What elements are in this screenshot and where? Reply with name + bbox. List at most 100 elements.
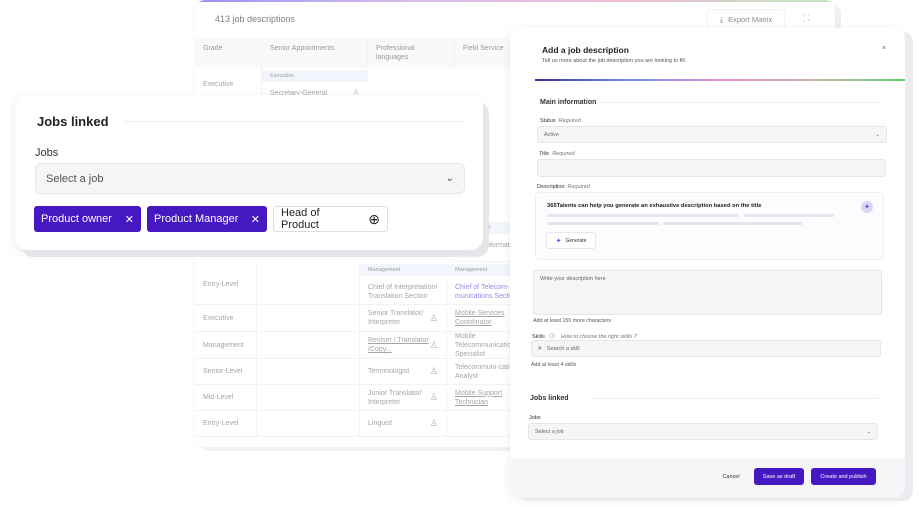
create-publish-button[interactable]: Create and publish: [811, 468, 876, 485]
grade-cell: Entry-Level: [195, 411, 257, 437]
person-icon: ♙: [429, 392, 438, 402]
empty-cell: [257, 305, 360, 332]
title-label: Title Required: [539, 151, 575, 157]
cancel-button[interactable]: Cancel: [716, 468, 746, 485]
search-icon: ⌕: [538, 344, 542, 352]
skill-search-input[interactable]: ⌕ Search a skill: [531, 340, 881, 357]
job-cell[interactable]: Senior Translator/ Interpreter ♙: [360, 305, 447, 332]
empty-cell: [257, 264, 360, 305]
empty-cell: [257, 359, 360, 385]
ai-generate-box: 365Talents can help you generate an exha…: [535, 192, 884, 260]
jobs-label: Jobs: [529, 415, 541, 421]
close-icon[interactable]: ✕: [125, 213, 134, 226]
skeleton-line: [663, 222, 803, 225]
matrix-title: 413 job descriptions: [215, 14, 296, 24]
chevron-down-icon: ⌄: [445, 173, 454, 184]
select-placeholder: Select a job: [535, 428, 564, 435]
chevron-down-icon: ⌄: [875, 131, 880, 138]
column-header-grade[interactable]: Grade: [195, 38, 262, 68]
select-placeholder: Select a job: [46, 172, 104, 185]
add-job-description-modal: Add a job description Tell us more about…: [510, 28, 905, 497]
empty-cell: [257, 332, 360, 359]
column-header-professional[interactable]: Professional languages: [368, 38, 455, 68]
job-cell[interactable]: Reviser / Translator /Copy... ♙: [360, 332, 447, 359]
gradient-bar: [535, 79, 905, 81]
job-cell[interactable]: Chief of Interpretation/ Translation Sec…: [360, 279, 447, 305]
chevron-down-icon: ⌄: [866, 428, 871, 435]
required-hint: Required: [552, 151, 575, 157]
tag-label: Head of Product: [281, 207, 320, 231]
export-matrix-button[interactable]: ⤓ Export Matrix: [707, 9, 785, 30]
skills-label: Skills ⓘ How to choose the right skills ?: [532, 332, 637, 340]
job-name: Senior Translator/ Interpreter: [368, 310, 424, 326]
description-label: Description Required: [537, 184, 590, 190]
required-hint: Required: [567, 184, 590, 190]
label-text: Status: [540, 118, 556, 124]
save-draft-button[interactable]: Save as draft: [754, 468, 804, 485]
status-label: Status Required: [540, 118, 581, 124]
job-name: Linguist: [368, 420, 393, 427]
gradient-bar: [195, 0, 835, 2]
close-icon[interactable]: ✕: [251, 213, 260, 226]
person-icon: ♙: [429, 366, 438, 376]
empty-cell: [257, 385, 360, 411]
tag-label: Product owner: [41, 213, 112, 225]
person-icon: ♙: [429, 312, 438, 323]
label-text: Description: [537, 184, 565, 190]
ai-prompt-text: 365Talents can help you generate an exha…: [547, 203, 762, 209]
download-icon: ⤓: [719, 14, 724, 24]
tag-product-manager[interactable]: Product Manager ✕: [147, 206, 267, 232]
skills-hint: Add at least 4 skills: [531, 362, 577, 368]
band-label: Management: [360, 264, 447, 276]
ai-icon: ✦: [861, 201, 873, 213]
tag-head-of-product[interactable]: Head of Product ⊕: [273, 206, 388, 232]
jobs-linked-card: Jobs linked Jobs Select a job ⌄ Product o…: [15, 95, 483, 250]
skeleton-line: [744, 214, 834, 217]
job-select[interactable]: Select a job ⌄: [528, 423, 878, 440]
title-input[interactable]: [537, 159, 886, 177]
jobs-label: Jobs: [35, 147, 59, 159]
tag-label: Product Manager: [154, 213, 239, 225]
export-label: Export Matrix: [728, 15, 773, 24]
column-header-senior[interactable]: Senior Appointments: [262, 38, 368, 68]
job-cell[interactable]: Terminologist ♙: [360, 359, 447, 385]
job-select[interactable]: Select a job ⌄: [35, 163, 465, 194]
job-cell[interactable]: Junior Translator/ Interpreter ♙: [360, 385, 447, 411]
close-icon[interactable]: ×: [882, 45, 886, 52]
section-main-information: Main information: [540, 99, 597, 106]
description-textarea[interactable]: Write your description here: [533, 270, 882, 315]
search-placeholder: Search a skill: [546, 345, 580, 352]
grade-cell: Entry-Level: [195, 264, 257, 305]
band-label: Executive: [262, 70, 368, 82]
grade-cell: Management: [195, 332, 257, 359]
status-select[interactable]: Active ⌄: [537, 126, 887, 143]
person-icon: ♙: [429, 418, 438, 428]
description-hint: Add at least 150 more characters: [533, 318, 612, 324]
divider: [123, 121, 466, 122]
section-jobs-linked: Jobs linked: [530, 395, 569, 402]
textarea-placeholder: Write your description here: [540, 276, 606, 282]
job-cell[interactable]: Linguist ♙: [360, 411, 447, 437]
required-hint: Required: [558, 118, 581, 124]
generate-button[interactable]: ✦ Generate: [546, 232, 596, 249]
grade-cell: Executive: [195, 305, 257, 332]
status-value: Active: [544, 131, 559, 138]
job-name: Terminologist: [368, 368, 410, 375]
divider: [600, 102, 880, 103]
skeleton-line: [547, 214, 739, 217]
skeleton-line: [547, 222, 659, 225]
modal-subtitle: Tell us more about the job description y…: [542, 58, 687, 64]
card-title: Jobs linked: [37, 114, 109, 129]
modal-footer: Cancel Save as draft Create and publish: [510, 458, 905, 497]
tag-product-owner[interactable]: Product owner ✕: [34, 206, 141, 232]
expand-icon[interactable]: ⛶: [803, 13, 809, 24]
modal-title: Add a job description: [542, 45, 629, 55]
person-icon: ♙: [429, 339, 438, 350]
empty-cell: [257, 411, 360, 437]
job-name: Junior Translator/ Interpreter: [368, 389, 423, 406]
label-text: Title: [539, 151, 550, 157]
divider: [590, 398, 878, 399]
grade-cell: Mid-Level: [195, 385, 257, 411]
grade-cell: Senior-Level: [195, 359, 257, 385]
plus-circle-icon[interactable]: ⊕: [368, 211, 380, 228]
